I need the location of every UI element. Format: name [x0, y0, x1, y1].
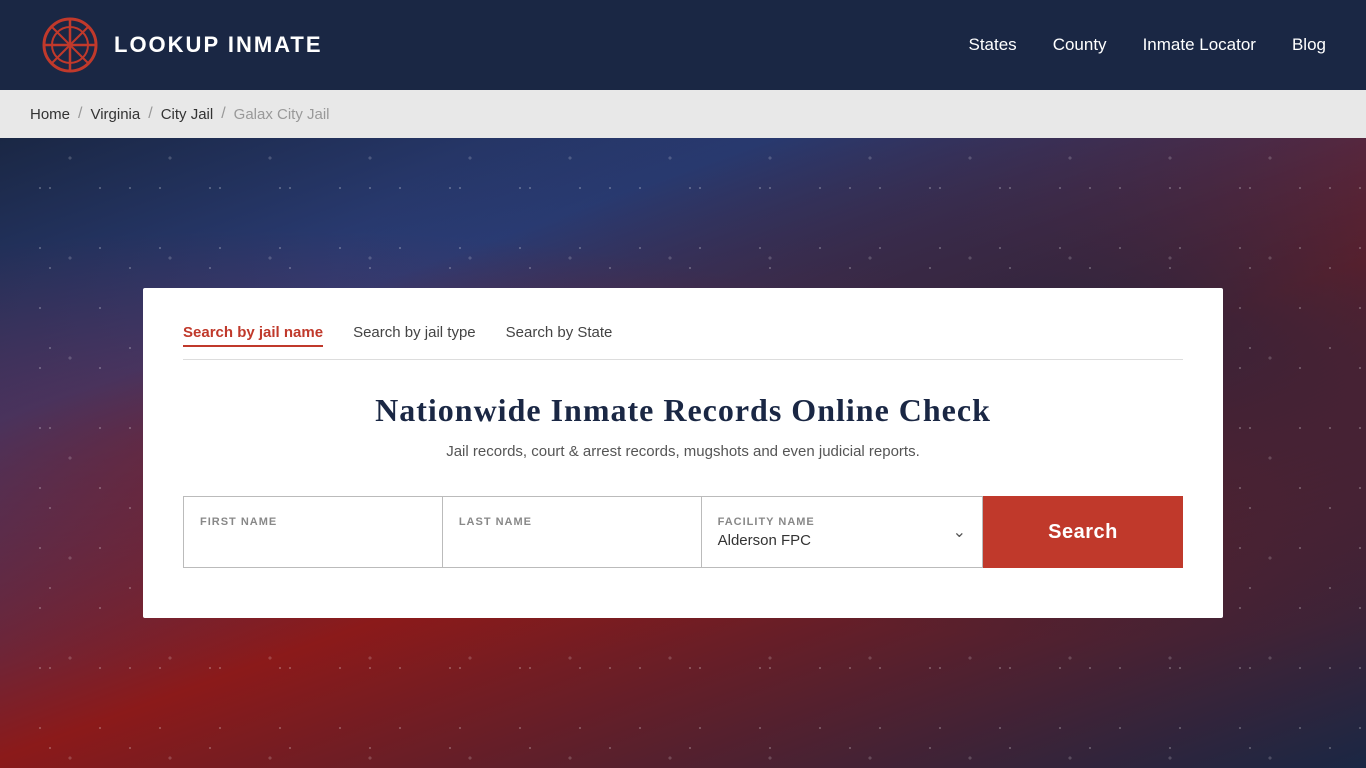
breadcrumb-sep-3: / — [221, 105, 225, 123]
nav-blog[interactable]: Blog — [1292, 35, 1326, 55]
card-subtitle: Jail records, court & arrest records, mu… — [183, 443, 1183, 460]
tab-state[interactable]: Search by State — [506, 324, 613, 347]
nav-states[interactable]: States — [968, 35, 1016, 55]
logo-text: LOOKUP INMATE — [114, 32, 323, 58]
breadcrumb-facility: Galax City Jail — [234, 106, 330, 123]
tab-jail-name[interactable]: Search by jail name — [183, 324, 323, 347]
breadcrumb-sep-1: / — [78, 105, 82, 123]
nav-inmate-locator[interactable]: Inmate Locator — [1143, 35, 1256, 55]
breadcrumb-home[interactable]: Home — [30, 106, 70, 123]
breadcrumb: Home / Virginia / City Jail / Galax City… — [0, 90, 1366, 138]
first-name-input[interactable] — [200, 532, 426, 549]
last-name-field: LAST NAME — [443, 496, 702, 568]
main-nav: States County Inmate Locator Blog — [968, 35, 1326, 55]
first-name-field: FIRST NAME — [183, 496, 443, 568]
nav-county[interactable]: County — [1053, 35, 1107, 55]
search-form: FIRST NAME LAST NAME FACILITY NAME Alder… — [183, 496, 1183, 568]
search-button[interactable]: Search — [983, 496, 1183, 568]
first-name-label: FIRST NAME — [200, 516, 426, 528]
logo-icon — [40, 15, 100, 75]
search-card: Search by jail name Search by jail type … — [143, 288, 1223, 618]
logo-link[interactable]: LOOKUP INMATE — [40, 15, 323, 75]
last-name-label: LAST NAME — [459, 516, 685, 528]
facility-value: Alderson FPC — [718, 532, 815, 549]
breadcrumb-sep-2: / — [148, 105, 152, 123]
header: LOOKUP INMATE States County Inmate Locat… — [0, 0, 1366, 90]
breadcrumb-state[interactable]: Virginia — [90, 106, 140, 123]
search-tabs: Search by jail name Search by jail type … — [183, 324, 1183, 360]
facility-dropdown[interactable]: FACILITY NAME Alderson FPC ⌄ — [702, 496, 983, 568]
chevron-down-icon: ⌄ — [953, 522, 966, 542]
facility-label: FACILITY NAME — [718, 516, 815, 528]
tab-jail-type[interactable]: Search by jail type — [353, 324, 476, 347]
breadcrumb-type[interactable]: City Jail — [161, 106, 214, 123]
last-name-input[interactable] — [459, 532, 685, 549]
card-title: Nationwide Inmate Records Online Check — [183, 392, 1183, 429]
hero-section: Search by jail name Search by jail type … — [0, 138, 1366, 768]
facility-field-content: FACILITY NAME Alderson FPC — [718, 516, 815, 549]
